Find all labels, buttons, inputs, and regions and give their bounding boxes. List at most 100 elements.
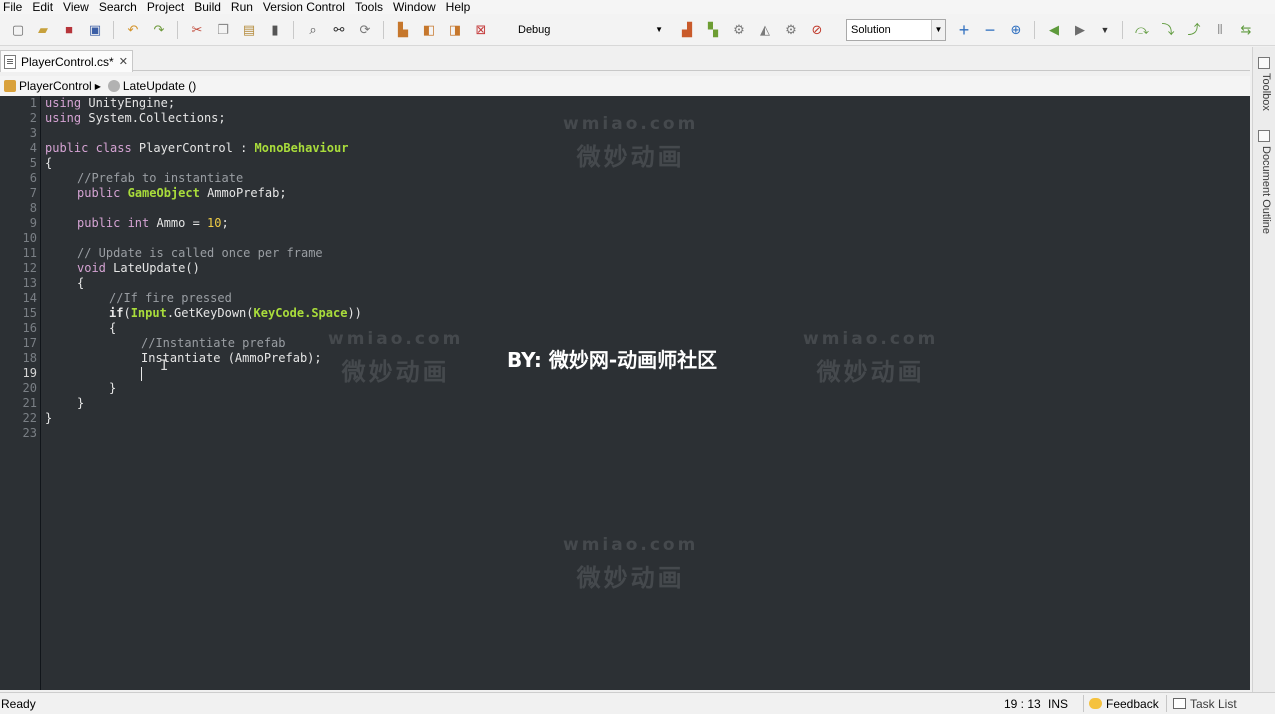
find-icon[interactable]: ⌕ bbox=[304, 21, 322, 39]
menu-tools[interactable]: Tools bbox=[350, 0, 388, 14]
redo-icon[interactable]: ↷ bbox=[150, 21, 168, 39]
code-text-span: PlayerControl : bbox=[131, 141, 255, 155]
debug-icon[interactable]: ⚙ bbox=[782, 21, 800, 39]
solution-value: Solution bbox=[851, 24, 891, 36]
continue-icon[interactable]: ⇆ bbox=[1237, 21, 1255, 39]
keyword: using bbox=[45, 111, 82, 125]
run-icon[interactable]: ◭ bbox=[756, 21, 774, 39]
line-number: 23 bbox=[22, 426, 37, 440]
text-caret bbox=[141, 367, 142, 381]
undo-icon[interactable]: ↶ bbox=[124, 21, 142, 39]
menu-run[interactable]: Run bbox=[226, 0, 258, 14]
replace-icon[interactable]: ⟳ bbox=[356, 21, 374, 39]
breadcrumb-class[interactable]: PlayerControl bbox=[19, 79, 92, 93]
navigate-forward-icon[interactable]: ▶ bbox=[1071, 21, 1089, 39]
line-number: 8 bbox=[29, 201, 37, 215]
tab-label: PlayerControl.cs* bbox=[21, 54, 114, 69]
class-icon bbox=[4, 80, 16, 92]
zoom-fit-icon[interactable]: ⊕ bbox=[1007, 21, 1025, 39]
chevron-down-icon: ▼ bbox=[931, 20, 945, 40]
menu-search[interactable]: Search bbox=[94, 0, 142, 14]
comment: // Update is called once per frame bbox=[77, 246, 323, 260]
toolbar-separator bbox=[1122, 21, 1123, 39]
paste-icon[interactable]: ▤ bbox=[240, 21, 258, 39]
menu-version-control[interactable]: Version Control bbox=[258, 0, 350, 14]
build-icon[interactable]: ▟ bbox=[678, 21, 696, 39]
document-outline-tab[interactable]: Document Outline bbox=[1257, 146, 1272, 234]
feedback-button[interactable]: Feedback bbox=[1089, 694, 1159, 713]
menu-window[interactable]: Window bbox=[388, 0, 441, 14]
zoom-out-icon[interactable]: − bbox=[981, 21, 999, 39]
menu-project[interactable]: Project bbox=[142, 0, 189, 14]
watermark-url: wmiao.com bbox=[328, 329, 464, 349]
bookmark-toggle-icon[interactable]: ▙ bbox=[394, 21, 412, 39]
bookmark-previous-icon[interactable]: ◧ bbox=[420, 21, 438, 39]
code-text-span: ; bbox=[221, 216, 229, 230]
chevron-down-icon[interactable]: ▼ bbox=[1096, 21, 1114, 39]
save-icon[interactable]: ■ bbox=[60, 21, 78, 39]
cut-icon[interactable]: ✂ bbox=[188, 21, 206, 39]
copy-icon[interactable]: ❐ bbox=[214, 21, 232, 39]
comment: //Instantiate prefab bbox=[141, 336, 286, 350]
task-list-icon bbox=[1173, 698, 1186, 709]
type-name: MonoBehaviour bbox=[254, 141, 349, 155]
code-line: void LateUpdate() bbox=[77, 261, 200, 276]
configuration-dropdown[interactable]: Debug ▼ bbox=[513, 21, 665, 39]
tab-playercontrol[interactable]: PlayerControl.cs* ✕ bbox=[0, 50, 133, 72]
status-text: Ready bbox=[1, 697, 36, 711]
text-cursor-icon: I bbox=[160, 358, 169, 374]
find-in-files-icon[interactable]: ⚯ bbox=[330, 21, 348, 39]
watermark-url: wmiao.com bbox=[803, 329, 939, 349]
watermark-cn: 微妙动画 bbox=[341, 358, 450, 386]
navigate-back-icon[interactable]: ◀ bbox=[1045, 21, 1063, 39]
code-line: using UnityEngine; bbox=[45, 96, 175, 111]
menu-file[interactable]: File bbox=[0, 0, 27, 14]
watermark: wmiao.com 微妙动画 bbox=[563, 114, 698, 172]
line-number: 3 bbox=[29, 126, 37, 140]
toolbox-icon[interactable] bbox=[1258, 57, 1270, 69]
new-file-icon[interactable]: ▢ bbox=[9, 21, 27, 39]
close-icon[interactable]: ✕ bbox=[119, 55, 128, 68]
comment: //Prefab to instantiate bbox=[77, 171, 244, 185]
menu-view[interactable]: View bbox=[58, 0, 94, 14]
task-list-label: Task List bbox=[1190, 696, 1237, 711]
menu-build[interactable]: Build bbox=[189, 0, 226, 14]
code-text-span: Ammo = bbox=[149, 216, 208, 230]
keyword: public int bbox=[77, 216, 150, 230]
code-text-span: .GetKeyDown( bbox=[166, 306, 254, 320]
menu-help[interactable]: Help bbox=[441, 0, 476, 14]
type-name: KeyCode.Space bbox=[253, 306, 348, 320]
rebuild-icon[interactable]: ▚ bbox=[704, 21, 722, 39]
step-into-icon[interactable]: ⤵ bbox=[1159, 21, 1177, 39]
menu-edit[interactable]: Edit bbox=[27, 0, 58, 14]
solution-dropdown[interactable]: Solution ▼ bbox=[846, 19, 946, 41]
toolbar-separator bbox=[1034, 21, 1035, 39]
step-over-icon[interactable]: ⤼ bbox=[1133, 21, 1151, 39]
line-number: 16 bbox=[22, 321, 37, 335]
clean-icon[interactable]: ⚙ bbox=[730, 21, 748, 39]
zoom-in-icon[interactable]: + bbox=[955, 21, 973, 39]
code-editor[interactable]: 1 2 3 4 5 6 7 8 9 10 11 12 13 14 15 16 1… bbox=[0, 96, 1250, 690]
step-out-icon[interactable]: ⤴ bbox=[1185, 21, 1203, 39]
line-number: 17 bbox=[22, 336, 37, 350]
toolbox-tab[interactable]: Toolbox bbox=[1257, 73, 1272, 111]
open-folder-icon[interactable]: ▰ bbox=[34, 21, 52, 39]
code-line: { bbox=[109, 321, 117, 335]
delete-icon[interactable]: ▮ bbox=[266, 21, 284, 39]
breadcrumb-method[interactable]: LateUpdate () bbox=[123, 79, 196, 93]
document-tab-strip: PlayerControl.cs* ✕ bbox=[0, 47, 1250, 72]
watermark-cn: 微妙动画 bbox=[576, 564, 685, 592]
bookmark-next-icon[interactable]: ◨ bbox=[446, 21, 464, 39]
watermark-url: wmiao.com bbox=[563, 535, 699, 555]
stop-icon[interactable]: ⊘ bbox=[808, 21, 826, 39]
save-all-icon[interactable]: ▣ bbox=[86, 21, 104, 39]
line-number: 9 bbox=[29, 216, 37, 230]
bookmark-clear-icon[interactable]: ⊠ bbox=[472, 21, 490, 39]
line-number: 12 bbox=[22, 261, 37, 275]
document-outline-icon[interactable] bbox=[1258, 130, 1270, 142]
code-line: // Update is called once per frame bbox=[77, 246, 323, 261]
code-line: //If fire pressed bbox=[109, 291, 232, 306]
pause-icon[interactable]: Ⅱ bbox=[1211, 21, 1229, 39]
code-line: //Instantiate prefab bbox=[141, 336, 286, 351]
task-list-button[interactable]: Task List bbox=[1173, 694, 1237, 713]
